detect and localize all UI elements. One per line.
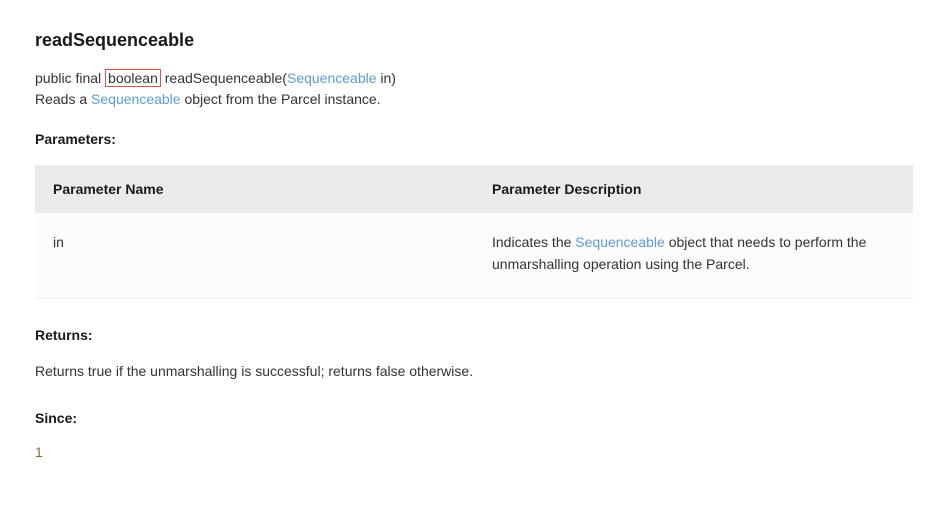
param-type-link[interactable]: Sequenceable	[287, 70, 377, 86]
description-link[interactable]: Sequenceable	[91, 91, 181, 107]
returns-text: Returns true if the unmarshalling is suc…	[35, 361, 913, 382]
method-title: readSequenceable	[35, 30, 913, 51]
signature-mid: readSequenceable(	[161, 70, 287, 86]
description-suffix: object from the Parcel instance.	[181, 91, 381, 107]
column-header-name: Parameter Name	[35, 165, 474, 213]
method-description: Reads a Sequenceable object from the Par…	[35, 91, 913, 107]
column-header-desc: Parameter Description	[474, 165, 913, 213]
parameters-heading: Parameters:	[35, 131, 913, 147]
returns-heading: Returns:	[35, 327, 913, 343]
table-row: in Indicates the Sequenceable object tha…	[35, 213, 913, 298]
param-desc-cell: Indicates the Sequenceable object that n…	[474, 213, 913, 298]
param-name-cell: in	[35, 213, 474, 298]
signature-return-type: boolean	[105, 69, 161, 87]
since-value: 1	[35, 444, 913, 460]
signature-param-name: in)	[377, 70, 396, 86]
method-signature: public final boolean readSequenceable(Se…	[35, 69, 913, 87]
since-heading: Since:	[35, 410, 913, 426]
description-prefix: Reads a	[35, 91, 91, 107]
signature-prefix: public final	[35, 70, 105, 86]
param-desc-prefix: Indicates the	[492, 234, 575, 250]
param-desc-link[interactable]: Sequenceable	[575, 234, 665, 250]
parameters-table: Parameter Name Parameter Description in …	[35, 165, 913, 299]
